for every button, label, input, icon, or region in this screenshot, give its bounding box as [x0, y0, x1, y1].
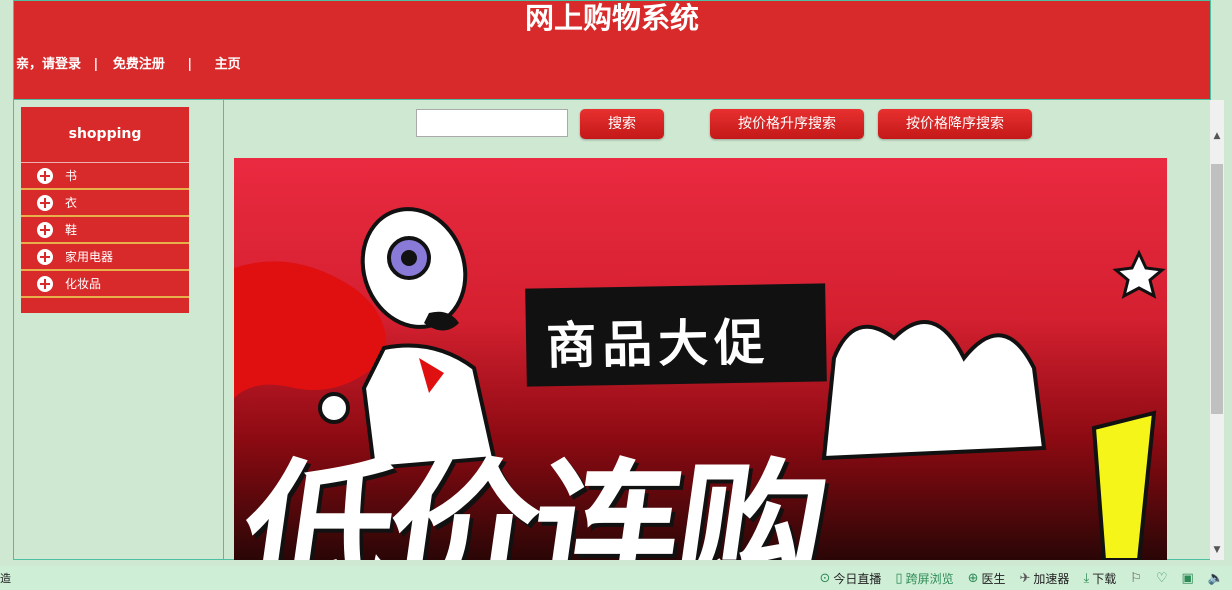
plus-circle-icon	[37, 275, 53, 292]
category-label: 化妆品	[65, 277, 102, 291]
login-link[interactable]: 亲，请登录	[16, 57, 81, 72]
browser-status-bar: 造 ⊙ 今日直播 ▯ 跨屏浏览 ⊕ 医生 ✈ 加速器 ⤓ 下载 ⚐ ♡ ▣ 🔈	[0, 566, 1232, 590]
category-label: 鞋	[65, 223, 78, 237]
status-items: ⊙ 今日直播 ▯ 跨屏浏览 ⊕ 医生 ✈ 加速器 ⤓ 下载 ⚐ ♡ ▣ 🔈	[820, 570, 1225, 587]
plus-circle-icon	[37, 221, 53, 238]
status-cross-screen[interactable]: ▯ 跨屏浏览	[895, 570, 953, 587]
category-label: 家用电器	[65, 250, 114, 264]
status-window[interactable]: ▣	[1182, 570, 1194, 587]
category-label: 衣	[65, 196, 78, 210]
plus-circle-icon	[37, 194, 53, 211]
banner-label: 商品大促	[525, 283, 827, 387]
plus-circle-icon	[37, 248, 53, 265]
rocket-icon: ✈	[1019, 571, 1031, 586]
yellow-shape	[1091, 410, 1157, 560]
crowd-silhouette	[821, 320, 1047, 461]
download-icon: ⤓	[1083, 571, 1090, 586]
status-left-text: 造	[0, 572, 11, 585]
phone-icon: ▯	[895, 571, 903, 586]
vertical-scrollbar[interactable]: ▲ ▼	[1210, 100, 1224, 560]
nav-separator: |	[187, 57, 193, 72]
category-label: 书	[65, 169, 78, 183]
status-doctor[interactable]: ⊕ 医生	[968, 570, 1006, 587]
status-live[interactable]: ⊙ 今日直播	[820, 570, 882, 587]
star-icon	[1112, 249, 1166, 299]
flag-icon: ⚐	[1130, 571, 1142, 586]
category-item-appliances[interactable]: 家用电器	[21, 244, 189, 271]
status-flag[interactable]: ⚐	[1130, 570, 1142, 587]
status-item-label: 医生	[981, 572, 1006, 586]
status-download[interactable]: ⤓ 下载	[1083, 570, 1116, 587]
status-item-label: 今日直播	[833, 572, 882, 586]
search-input[interactable]	[416, 109, 568, 137]
status-item-label: 加速器	[1033, 572, 1070, 586]
search-button[interactable]: 搜索	[580, 109, 664, 139]
status-item-label: 下载	[1092, 572, 1117, 586]
status-accelerator[interactable]: ✈ 加速器	[1020, 570, 1070, 587]
scroll-thumb[interactable]	[1211, 164, 1223, 414]
category-item-book[interactable]: 书	[21, 163, 189, 190]
cape-shape	[234, 261, 386, 398]
scroll-up-icon[interactable]: ▲	[1210, 128, 1224, 144]
category-item-shoes[interactable]: 鞋	[21, 217, 189, 244]
price-asc-button[interactable]: 按价格升序搜索	[710, 109, 864, 139]
scroll-down-icon[interactable]: ▼	[1210, 542, 1224, 558]
main-content: 搜索 按价格升序搜索 按价格降序搜索 商品大促 低价连购	[225, 100, 1210, 560]
site-header: 网上购物系统 亲，请登录 | 免费注册 | 主页	[14, 1, 1210, 100]
banner-big-text: 低价连购	[234, 446, 833, 560]
price-desc-button[interactable]: 按价格降序搜索	[878, 109, 1032, 139]
category-menu: shopping 书 衣 鞋 家用电器 化妆品	[21, 107, 189, 313]
sidebar: shopping 书 衣 鞋 家用电器 化妆品	[14, 100, 224, 560]
page-frame: 网上购物系统 亲，请登录 | 免费注册 | 主页 shopping 书 衣 鞋	[13, 0, 1224, 560]
status-item-label: 跨屏浏览	[905, 572, 954, 586]
plus-circle-icon	[37, 167, 53, 184]
plus-circle-icon: ⊕	[967, 571, 979, 586]
heart-icon: ♡	[1155, 571, 1168, 586]
category-item-clothes[interactable]: 衣	[21, 190, 189, 217]
register-link[interactable]: 免费注册	[113, 57, 165, 72]
volume-icon: 🔈	[1207, 571, 1224, 586]
window-icon: ▣	[1181, 571, 1194, 586]
site-title: 网上购物系统	[524, 1, 699, 35]
promo-banner[interactable]: 商品大促 低价连购	[234, 158, 1167, 560]
banner-label-text: 商品大促	[545, 313, 771, 376]
home-link[interactable]: 主页	[215, 57, 241, 72]
category-item-cosmetics[interactable]: 化妆品	[21, 271, 189, 298]
status-heart[interactable]: ♡	[1156, 570, 1168, 587]
header-nav: 亲，请登录 | 免费注册 | 主页	[16, 53, 241, 72]
play-circle-icon: ⊙	[819, 571, 831, 586]
nav-separator: |	[93, 57, 99, 72]
menu-title: shopping	[21, 107, 189, 163]
status-volume[interactable]: 🔈	[1208, 570, 1224, 587]
